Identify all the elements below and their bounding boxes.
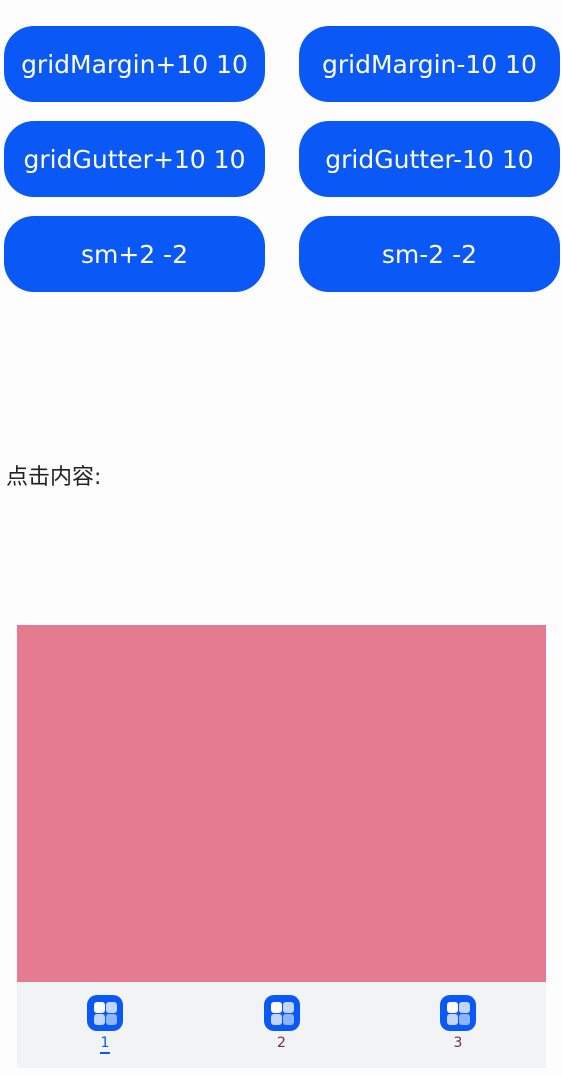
tab-content-panel <box>17 625 546 982</box>
tab-label: 2 <box>277 1035 286 1051</box>
grid-app-icon <box>87 995 123 1031</box>
tab-3[interactable]: 3 <box>370 982 546 1068</box>
active-tab-indicator <box>100 1052 110 1054</box>
button-grid: gridMargin+10 10 gridMargin-10 10 gridGu… <box>4 26 560 292</box>
grid-margin-minus-button[interactable]: gridMargin-10 10 <box>299 26 560 102</box>
grid-margin-plus-button[interactable]: gridMargin+10 10 <box>4 26 265 102</box>
tab-label: 3 <box>453 1035 463 1051</box>
grid-gutter-plus-button[interactable]: gridGutter+10 10 <box>4 121 265 197</box>
click-content-label: 点击内容: <box>6 465 102 490</box>
page-root: gridMargin+10 10 gridMargin-10 10 gridGu… <box>0 0 562 1076</box>
grid-app-icon <box>440 995 476 1031</box>
tab-1[interactable]: 1 <box>17 982 193 1068</box>
tab-2[interactable]: 2 <box>194 982 370 1068</box>
sm-plus-button[interactable]: sm+2 -2 <box>4 216 265 292</box>
sm-minus-button[interactable]: sm-2 -2 <box>299 216 560 292</box>
tab-label: 1 <box>100 1035 110 1051</box>
grid-app-icon <box>263 995 300 1031</box>
grid-gutter-minus-button[interactable]: gridGutter-10 10 <box>299 121 560 197</box>
bottom-tab-bar: 1 2 3 <box>17 982 546 1068</box>
